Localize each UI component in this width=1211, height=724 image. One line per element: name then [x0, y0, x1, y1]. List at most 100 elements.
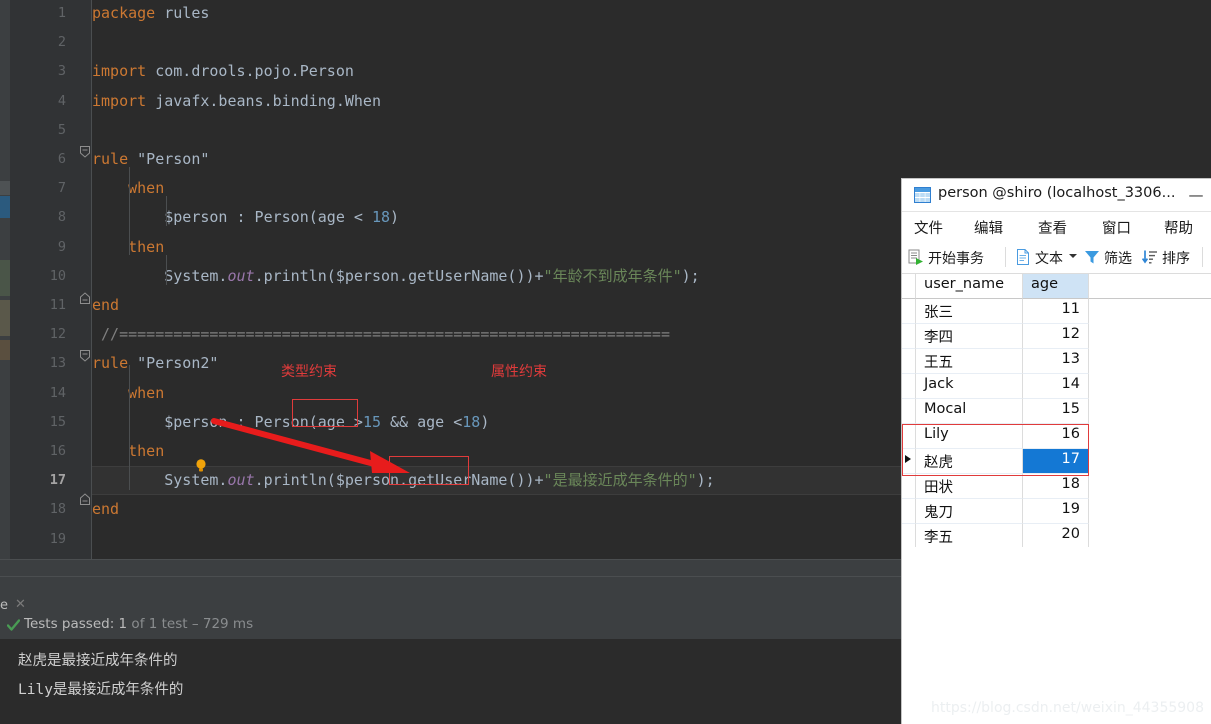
annotation-box-person-type: [292, 399, 358, 427]
row-marker[interactable]: [902, 524, 916, 549]
cell-user-name[interactable]: 赵虎: [916, 449, 1023, 474]
code-token: .println($person.getUserName())+: [254, 266, 544, 285]
cell-age[interactable]: 16: [1023, 424, 1089, 449]
cell-user-name[interactable]: 李五: [916, 524, 1023, 549]
db-menu-帮助[interactable]: 帮助: [1164, 217, 1193, 238]
database-client-window[interactable]: person @shiro (localhost_3306... — 文件 编辑 查…: [901, 178, 1211, 724]
filter-icon: [1084, 249, 1100, 265]
marker-changed-3: [0, 340, 10, 360]
run-tab-title[interactable]: e: [0, 598, 8, 613]
db-menubar[interactable]: 文件 编辑 查看 窗口 帮助: [902, 212, 1211, 242]
db-titlebar[interactable]: person @shiro (localhost_3306... —: [902, 179, 1211, 212]
table-row[interactable]: 李四 12: [902, 324, 1211, 349]
watermark-text: https://blog.csdn.net/weixin_44355908: [930, 700, 1204, 716]
test-status-prefix: Tests passed:: [24, 616, 119, 632]
cell-filler: [1089, 474, 1211, 499]
cell-age[interactable]: 12: [1023, 324, 1089, 349]
row-marker[interactable]: [902, 349, 916, 374]
cell-user-name[interactable]: 田状: [916, 474, 1023, 499]
db-menu-编辑[interactable]: 编辑: [974, 217, 1003, 238]
cell-filler: [1089, 324, 1211, 349]
db-menu-文件[interactable]: 文件: [914, 217, 943, 238]
cell-age[interactable]: 20: [1023, 524, 1089, 549]
intention-bulb-icon[interactable]: [196, 458, 206, 472]
fold-marker-end-11[interactable]: [80, 292, 90, 304]
cell-age[interactable]: 18: [1023, 474, 1089, 499]
code-line: end: [92, 291, 119, 320]
code-token: "是最接近成年条件的": [543, 471, 697, 490]
cell-user-name[interactable]: Lily: [916, 424, 1023, 449]
code-token: rules: [164, 4, 210, 22]
line-number: 12: [49, 326, 66, 343]
test-status-suffix: of 1 test – 729 ms: [127, 616, 254, 632]
cell-age[interactable]: 19: [1023, 499, 1089, 524]
row-marker[interactable]: [902, 474, 916, 499]
toolbar-separator-right: [1202, 247, 1203, 267]
cell-age[interactable]: 11: [1023, 299, 1089, 324]
code-token: package: [92, 4, 165, 22]
table-row[interactable]: 张三 11: [902, 299, 1211, 324]
row-marker[interactable]: [902, 399, 916, 424]
code-line: package rules: [92, 0, 209, 28]
row-marker[interactable]: [902, 274, 916, 299]
table-row[interactable]: Mocal 15: [902, 399, 1211, 424]
line-number: 11: [49, 297, 66, 313]
db-toolbar[interactable]: 开始事务 文本 筛选 排序: [902, 242, 1211, 274]
cell-user-name[interactable]: 鬼刀: [916, 499, 1023, 524]
editor-fold-column[interactable]: [78, 0, 92, 560]
chevron-down-icon[interactable]: [1069, 254, 1077, 258]
test-status-text: Tests passed: 1 of 1 test – 729 ms: [24, 616, 253, 632]
table-row[interactable]: 田状 18: [902, 474, 1211, 499]
row-marker[interactable]: [902, 374, 916, 399]
editor-gutter[interactable]: 1 2 3 4 5 6 7 8 9 10 11 12 13 14 15 16 17 18 19: [10, 0, 78, 560]
cell-user-name[interactable]: Mocal: [916, 399, 1023, 424]
code-token: 18: [371, 208, 391, 227]
table-row[interactable]: 赵虎 17: [902, 449, 1211, 474]
cell-age[interactable]: 14: [1023, 374, 1089, 399]
code-token: then: [128, 442, 165, 460]
toolbar-button-label: 筛选: [1104, 251, 1132, 267]
cell-user-name[interactable]: 张三: [916, 299, 1023, 324]
db-menu-窗口[interactable]: 窗口: [1102, 217, 1131, 238]
cell-age[interactable]: 15: [1023, 399, 1089, 424]
table-row[interactable]: Jack 14: [902, 374, 1211, 399]
column-header-user-name[interactable]: user_name: [916, 274, 1023, 299]
row-marker[interactable]: [902, 449, 916, 474]
test-status-count: 1: [118, 616, 128, 632]
row-marker[interactable]: [902, 324, 916, 349]
row-marker[interactable]: [902, 299, 916, 324]
minimize-button[interactable]: —: [1185, 185, 1207, 205]
row-marker[interactable]: [902, 424, 916, 449]
cell-age[interactable]: 13: [1023, 349, 1089, 374]
table-row[interactable]: 王五 13: [902, 349, 1211, 374]
run-tab-row[interactable]: e ✕: [0, 577, 900, 625]
cell-age[interactable]: 17: [1023, 449, 1089, 474]
fold-marker-end-18[interactable]: [80, 493, 90, 505]
column-header-age[interactable]: age: [1023, 274, 1089, 299]
line-number: 15: [49, 413, 66, 430]
code-line: $person : Person(age < 18): [92, 203, 399, 232]
cell-filler: [1089, 349, 1211, 374]
code-line: end: [92, 495, 119, 524]
fold-marker-rule-6[interactable]: [80, 146, 90, 158]
cell-user-name[interactable]: 王五: [916, 349, 1023, 374]
cell-user-name[interactable]: 李四: [916, 324, 1023, 349]
code-token: when: [128, 383, 165, 402]
table-row[interactable]: 李五 20: [902, 524, 1211, 549]
code-token: rule: [92, 150, 138, 168]
result-grid[interactable]: user_name age 张三 11 李四 12 王五 13 Jack 14 Mocal 15 Lil…: [902, 274, 1211, 549]
editor-marker-strip[interactable]: [0, 0, 10, 560]
close-icon[interactable]: ✕: [15, 597, 26, 612]
table-row[interactable]: Lily 16: [902, 424, 1211, 449]
table-row[interactable]: 鬼刀 19: [902, 499, 1211, 524]
cell-filler: [1089, 299, 1211, 324]
grid-empty-area: [902, 547, 1211, 724]
row-marker[interactable]: [902, 499, 916, 524]
code-token: javafx.beans.binding.When: [155, 91, 381, 110]
cell-user-name[interactable]: Jack: [916, 374, 1023, 399]
db-menu-查看[interactable]: 查看: [1038, 217, 1067, 238]
fold-marker-rule-13[interactable]: [80, 350, 90, 362]
line-number: 13: [49, 355, 66, 372]
indent-guide-1: [129, 167, 130, 255]
